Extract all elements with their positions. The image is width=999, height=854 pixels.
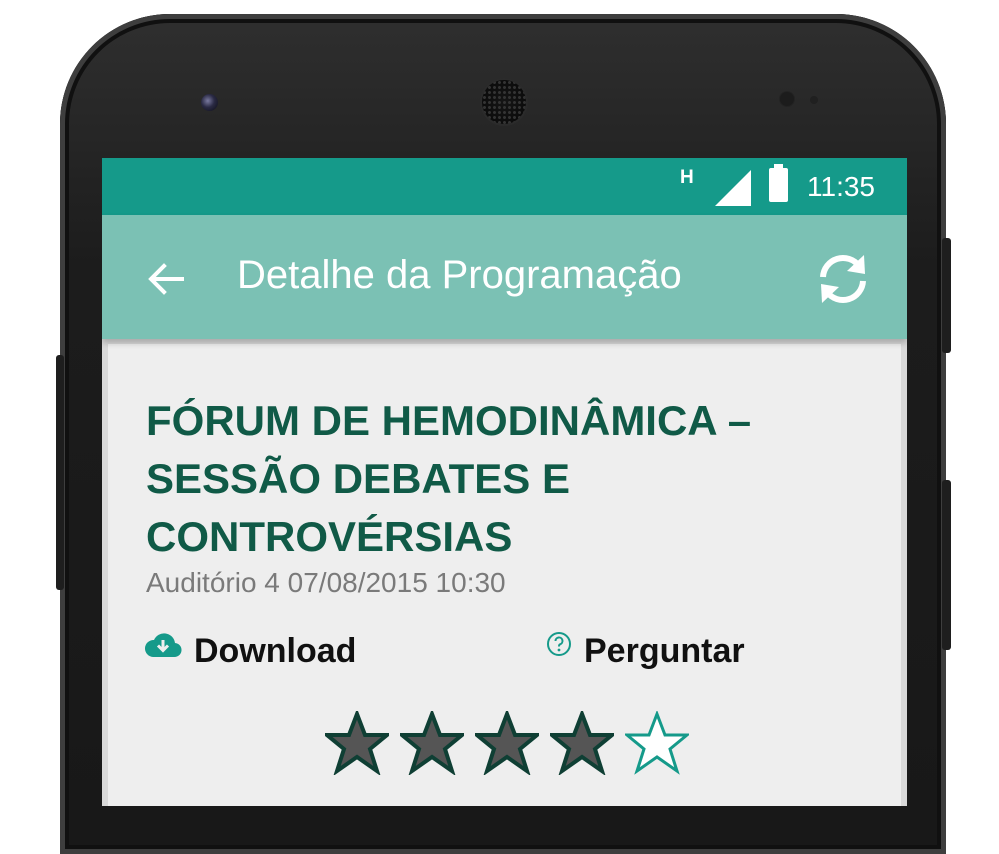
app-bar: Detalhe da Programação bbox=[102, 215, 907, 339]
download-label: Download bbox=[194, 632, 357, 670]
star-filled-icon[interactable] bbox=[325, 711, 389, 775]
question-circle-icon bbox=[547, 631, 571, 656]
star-filled-icon[interactable] bbox=[400, 711, 464, 775]
page-title: Detalhe da Programação bbox=[237, 253, 682, 297]
ask-label: Perguntar bbox=[584, 632, 745, 670]
download-button[interactable]: Download bbox=[144, 632, 356, 671]
refresh-icon[interactable] bbox=[815, 251, 871, 307]
star-rating[interactable] bbox=[325, 711, 689, 775]
event-title-line: SESSÃO DEBATES E bbox=[146, 455, 570, 502]
star-filled-icon[interactable] bbox=[475, 711, 539, 775]
front-camera-icon bbox=[201, 94, 218, 111]
status-time: 11:35 bbox=[807, 171, 875, 202]
battery-icon bbox=[769, 164, 788, 202]
event-title-line: CONTROVÉRSIAS bbox=[146, 513, 513, 560]
signal-icon bbox=[715, 170, 751, 206]
network-type-indicator: H bbox=[680, 167, 694, 188]
event-title-line: FÓRUM DE HEMODINÂMICA – bbox=[146, 397, 752, 444]
arrow-left-icon[interactable] bbox=[146, 259, 186, 299]
star-empty-icon[interactable] bbox=[625, 711, 689, 775]
event-location-datetime: Auditório 4 07/08/2015 10:30 bbox=[146, 567, 506, 598]
proximity-sensor-icon bbox=[780, 92, 794, 106]
event-detail-card: FÓRUM DE HEMODINÂMICA – SESSÃO DEBATES E… bbox=[108, 344, 901, 806]
phone-volume-button bbox=[942, 480, 951, 650]
event-title: FÓRUM DE HEMODINÂMICA – SESSÃO DEBATES E… bbox=[146, 392, 866, 566]
status-bar: H 11:35 bbox=[102, 158, 907, 215]
light-sensor-icon bbox=[810, 96, 818, 104]
ask-question-button[interactable]: Perguntar bbox=[546, 631, 745, 671]
phone-side-button-left bbox=[56, 355, 64, 590]
star-filled-icon[interactable] bbox=[550, 711, 614, 775]
phone-power-button bbox=[942, 238, 951, 353]
screen: H 11:35 Detalhe da Programação FÓRUM DE … bbox=[102, 158, 907, 806]
cloud-download-icon bbox=[144, 632, 182, 657]
earpiece-speaker-icon bbox=[482, 80, 526, 124]
